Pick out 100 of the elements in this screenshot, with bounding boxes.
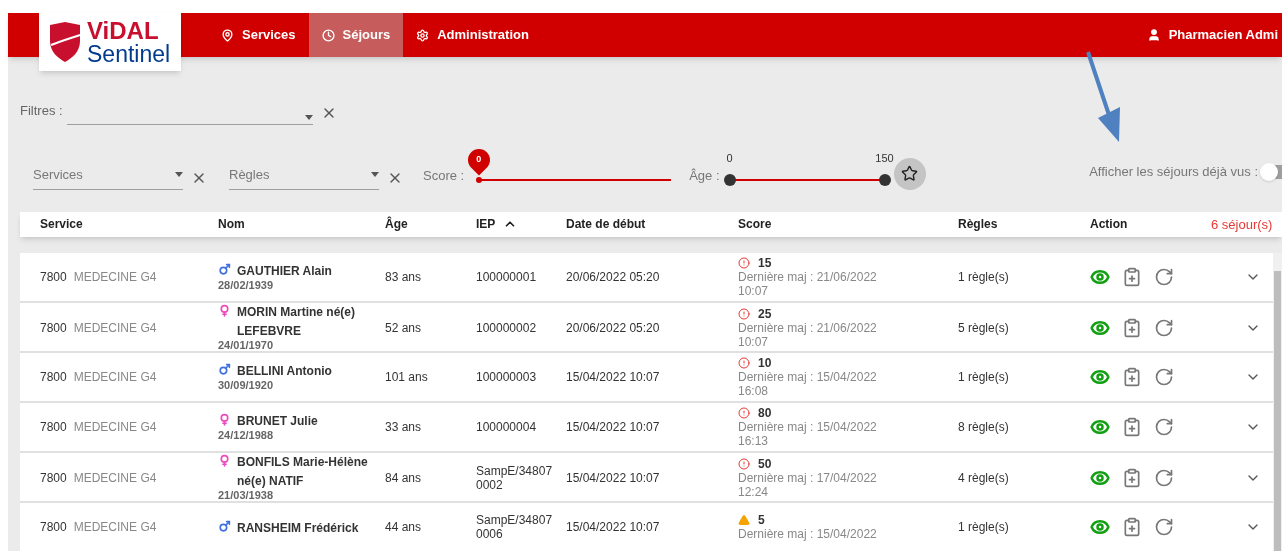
iep-cell-text: SampE/348070006 — [476, 513, 554, 541]
service-name: MEDECINE G4 — [73, 319, 157, 337]
refresh-icon[interactable] — [1154, 367, 1174, 387]
column-header[interactable]: IEP — [476, 215, 566, 234]
age-slider-thumb[interactable] — [723, 173, 736, 186]
clipboard-icon[interactable] — [1122, 367, 1142, 387]
column-header: Score — [738, 216, 773, 234]
refresh-icon[interactable] — [1154, 417, 1174, 437]
score-slider[interactable]: 0 — [468, 146, 683, 186]
caret-icon — [175, 172, 183, 178]
table-row[interactable]: 7800 MEDECINE G4 RANSHEIM Frédérick 44 ans SampE/348070006 15/04/2022 10:07 5 Dernière maj : 15/04/2022 1 règle(s) — [20, 503, 1273, 551]
seen-toggle[interactable] — [1262, 164, 1282, 179]
service-name: MEDECINE G4 — [73, 469, 157, 487]
age-cell-text: 44 ans — [385, 519, 423, 536]
service-code: 7800 — [40, 469, 67, 487]
clipboard-icon[interactable] — [1122, 267, 1142, 287]
stay-count: 6 séjour(s) — [1211, 215, 1274, 234]
clipboard-icon[interactable] — [1122, 417, 1142, 437]
refresh-icon[interactable] — [1154, 267, 1174, 287]
start-date: 15/04/2022 10:07 — [566, 469, 661, 487]
age-slider-thumb[interactable] — [878, 173, 891, 186]
view-icon[interactable] — [1090, 517, 1110, 537]
dropdown-field[interactable] — [66, 114, 313, 125]
patient-name: RANSHEIM Frédérick — [237, 519, 360, 537]
refresh-icon[interactable] — [1154, 467, 1174, 488]
birth-date: 28/02/1939 — [218, 279, 275, 292]
filters-label: Filtres : — [20, 102, 63, 120]
table-row[interactable]: 7800 MEDECINE G4 BONFILS Marie-Hélène né(e) NATIF 21/03/1938 84 ans SampE/348070002 15/04/2022 10:07 50 Dernière maj : 17/04/2022 12:24 4 règle(s) — [20, 453, 1273, 501]
dropdown-field[interactable]: Règles — [229, 165, 379, 190]
nav-tab[interactable]: Services — [208, 13, 309, 57]
view-icon[interactable] — [1090, 417, 1110, 437]
rules-count: 5 règle(s) — [958, 319, 1010, 337]
nav-tab[interactable]: Administration — [403, 13, 542, 57]
score-value: 15 — [758, 256, 772, 270]
age-cell-text: 83 ans — [385, 269, 423, 286]
seen-toggle-label: Afficher les séjours déjà vus : — [1089, 163, 1258, 181]
last-update: Dernière maj : 15/04/2022 — [738, 370, 878, 384]
last-update: Dernière maj : 15/04/2022 — [738, 420, 878, 434]
clipboard-icon[interactable] — [1122, 317, 1142, 338]
clipboard-icon[interactable] — [1122, 467, 1142, 488]
service-code: 7800 — [40, 369, 67, 386]
patient-name: BRUNET Julie — [237, 413, 319, 430]
table-row[interactable]: 7800 MEDECINE G4 MORIN Martine né(e) LEFEBVRE 24/01/1970 52 ans 100000002 20/06/2022 05:20 25 Dernière maj : 21/06/2022 10:07 5 règle(s) — [20, 303, 1273, 351]
score-slider-thumb[interactable] — [476, 176, 483, 183]
service-code: 7800 — [40, 419, 67, 436]
service-name: MEDECINE G4 — [73, 369, 157, 386]
caret-icon — [371, 172, 379, 178]
logo-subtext: Sentinel — [87, 42, 171, 66]
column-header: Nom — [218, 216, 246, 234]
last-update-time: 12:24 — [738, 484, 770, 499]
last-update: Dernière maj : 15/04/2022 — [738, 527, 878, 541]
view-icon[interactable] — [1090, 367, 1110, 387]
refresh-icon[interactable] — [1154, 517, 1174, 537]
iep-cell-text: 100000003 — [476, 370, 538, 384]
gear-icon — [416, 28, 430, 42]
service-name: MEDECINE G4 — [73, 269, 157, 286]
last-update-time: 16:08 — [738, 384, 770, 398]
service-name: MEDECINE G4 — [73, 519, 157, 536]
age-cell-text: 84 ans — [385, 469, 423, 487]
score-value: 5 — [758, 513, 765, 527]
table-row[interactable]: 7800 MEDECINE G4 BELLINI Antonio 30/09/1920 101 ans 100000003 15/04/2022 10:07 10 Dernière maj : 15/04/2022 16:08 1 règle(s) — [20, 353, 1273, 401]
refresh-icon[interactable] — [1154, 317, 1174, 338]
rules-count: 1 règle(s) — [958, 519, 1010, 536]
column-header: Date de début — [566, 216, 647, 234]
start-date: 20/06/2022 05:20 — [566, 319, 661, 337]
service-name: MEDECINE G4 — [73, 419, 157, 436]
column-header: Règles — [958, 216, 999, 234]
service-code: 7800 — [40, 519, 67, 536]
service-code: 7800 — [40, 319, 67, 337]
score-value: 80 — [758, 406, 772, 420]
column-header: Service — [40, 216, 84, 234]
table-row[interactable]: 7800 MEDECINE G4 BRUNET Julie 24/12/1988 33 ans 100000004 15/04/2022 10:07 80 Dernière maj : 15/04/2022 16:13 8 règle(s) — [20, 403, 1273, 451]
shield-icon — [47, 21, 83, 63]
birth-date: 21/03/1938 — [218, 489, 275, 502]
rules-count: 1 règle(s) — [958, 269, 1010, 286]
view-icon[interactable] — [1090, 267, 1110, 287]
rules-count: 8 règle(s) — [958, 419, 1010, 436]
birth-date: 24/01/1970 — [218, 339, 275, 352]
favorite-button[interactable] — [893, 157, 926, 190]
age-value: 0 — [726, 150, 733, 166]
age-label: Âge : — [689, 167, 720, 185]
patient-name: BELLINI Antonio — [237, 363, 333, 380]
dropdown-field[interactable]: Services — [33, 165, 183, 190]
table-row[interactable]: 7800 MEDECINE G4 GAUTHIER Alain 28/02/1939 83 ans 100000001 20/06/2022 05:20 15 Dernière maj : 21/06/2022 10:07 1 règle(s) — [20, 253, 1273, 301]
score-value: 50 — [758, 456, 772, 471]
iep-cell-text: 100000001 — [476, 270, 538, 284]
nav-tab[interactable]: Séjours — [308, 13, 404, 57]
last-update: Dernière maj : 21/06/2022 — [738, 320, 878, 335]
clipboard-icon[interactable] — [1122, 517, 1142, 537]
start-date: 15/04/2022 10:07 — [566, 519, 661, 536]
age-cell-text: 33 ans — [385, 419, 423, 436]
scrollbar[interactable] — [1273, 253, 1282, 551]
user-menu[interactable]: Pharmacien Admi — [1146, 13, 1282, 57]
iep-cell-text: 100000002 — [476, 320, 538, 335]
iep-cell-text: SampE/348070002 — [476, 463, 554, 492]
birth-date: 30/09/1920 — [218, 379, 275, 392]
score-label: Score : — [423, 167, 465, 185]
last-update: Dernière maj : 17/04/2022 — [738, 470, 878, 485]
age-slider[interactable]: 0 150 — [722, 147, 892, 186]
star-icon — [901, 165, 919, 182]
